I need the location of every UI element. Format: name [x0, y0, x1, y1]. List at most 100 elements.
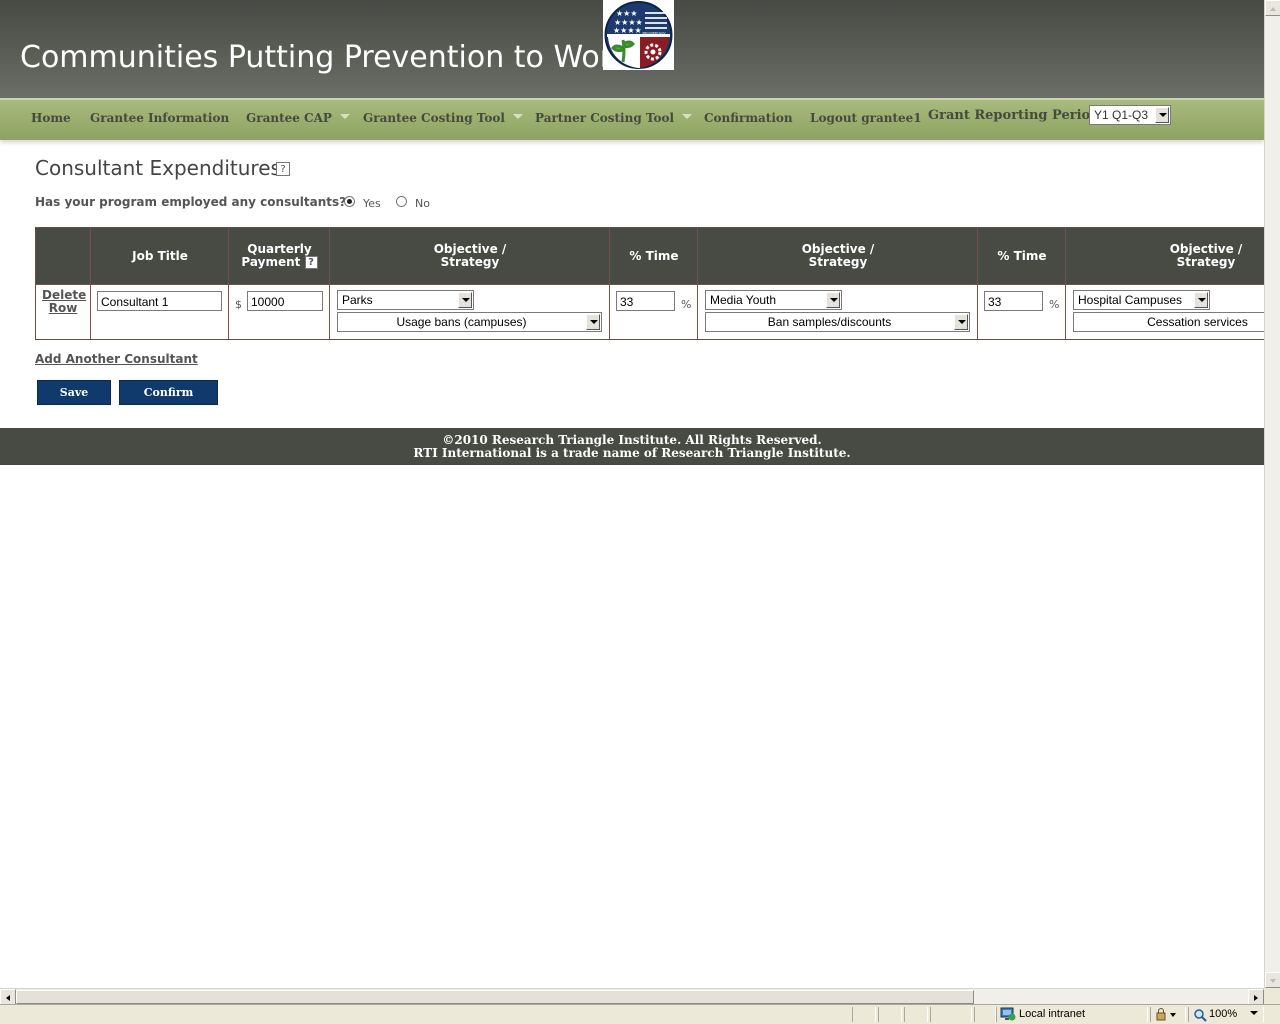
header-objective-3: Objective / Strategy [1066, 228, 1264, 284]
site-title: Communities Putting Prevention to Work [20, 40, 630, 75]
svg-text:★★★★: ★★★★ [613, 26, 642, 35]
scroll-down-button[interactable] [1265, 972, 1280, 988]
radio-no[interactable] [396, 196, 407, 207]
nav-grantee-costing-tool[interactable]: Grantee Costing Tool [363, 111, 523, 125]
add-consultant-link[interactable]: Add Another Consultant [35, 352, 198, 366]
main-nav: Home Grantee Information Grantee CAP Gra… [0, 98, 1264, 140]
header-payment-line2-wrap: Payment ? [241, 255, 318, 269]
header-payment-line2: Payment [241, 255, 301, 269]
status-pane [852, 1007, 876, 1022]
nav-logout[interactable]: Logout grantee1 [810, 111, 922, 125]
objective-select-2-value: Media Youth [710, 293, 777, 307]
header-time-1: % Time [629, 248, 679, 263]
chevron-down-icon[interactable] [1250, 1011, 1258, 1017]
browser-status-bar: Local intranet 100% [0, 1004, 1280, 1024]
table-header: Job Title Quarterly Payment ? Objective … [36, 228, 1264, 284]
help-icon[interactable]: ? [276, 162, 290, 176]
logo-caption: RECOVERY.GOV [642, 31, 666, 35]
dropdown-arrow-icon[interactable] [1194, 292, 1208, 308]
consultants-question: Has your program employed any consultant… [35, 195, 347, 209]
objective-select-1-value: Parks [342, 293, 373, 307]
radio-yes-label: Yes [363, 197, 381, 210]
objective-select-3[interactable]: Hospital Campuses [1073, 290, 1210, 310]
header-objective-line2: Strategy [440, 255, 500, 269]
site-footer: ©2010 Research Triangle Institute. All R… [0, 428, 1264, 465]
header-objective-1: Objective / Strategy [330, 228, 610, 284]
horizontal-scroll-thumb[interactable] [16, 990, 974, 1004]
delete-row-line1: Delete [42, 288, 87, 302]
strategy-select-3[interactable]: Cessation services [1073, 312, 1264, 332]
strategy-select-2[interactable]: Ban samples/discounts [705, 312, 970, 332]
nav-confirmation[interactable]: Confirmation [704, 111, 793, 125]
help-icon[interactable]: ? [304, 256, 318, 269]
zoom-icon [1194, 1009, 1207, 1022]
objective-select-2[interactable]: Media Youth [705, 290, 842, 310]
delete-row-link[interactable]: Delete Row [42, 288, 87, 315]
security-zone-label: Local intranet [1019, 1008, 1086, 1020]
nav-grantee-cap[interactable]: Grantee CAP [246, 111, 350, 125]
arrow-left-icon [6, 995, 10, 1001]
confirm-button[interactable]: Confirm [119, 380, 218, 405]
row-divider [36, 284, 1264, 285]
scroll-right-button[interactable] [1248, 989, 1264, 1005]
header-time-2: % Time [997, 248, 1047, 263]
horizontal-scrollbar[interactable] [0, 988, 1264, 1005]
scroll-left-button[interactable] [0, 989, 16, 1005]
header-objective-line2: Strategy [808, 255, 868, 269]
header-quarterly-payment: Quarterly Payment ? [229, 228, 330, 284]
percent-symbol: % [681, 298, 692, 311]
status-pane [904, 1007, 928, 1022]
recovery-seal-logo: ★★★ ★★★★ ★★★★ RECOVERY.GOV [603, 0, 674, 70]
zoom-level[interactable]: 100% [1209, 1008, 1237, 1020]
objective-select-3-value: Hospital Campuses [1078, 293, 1183, 307]
nav-grantee-cap-label: Grantee CAP [246, 111, 332, 125]
currency-symbol: $ [235, 298, 242, 311]
grant-period-value: Y1 Q1-Q3 [1094, 108, 1149, 122]
page-title: Consultant Expenditures [35, 156, 281, 180]
radio-yes[interactable] [344, 196, 355, 207]
nav-grantee-costing-tool-label: Grantee Costing Tool [363, 111, 505, 125]
header-objective-line2: Strategy [1176, 255, 1236, 269]
arrow-down-icon [1270, 979, 1276, 983]
strategy-select-3-value: Cessation services [1147, 315, 1248, 329]
chevron-down-icon [339, 114, 350, 119]
footer-trade-name: RTI International is a trade name of Res… [413, 446, 851, 460]
nav-home[interactable]: Home [31, 111, 71, 125]
strategy-select-2-value: Ban samples/discounts [767, 315, 892, 329]
strategy-select-1-value: Usage bans (campuses) [396, 315, 527, 329]
dropdown-arrow-icon[interactable] [826, 292, 840, 308]
status-pane [878, 1007, 902, 1022]
payment-input[interactable]: 10000 [247, 291, 323, 311]
grant-period-select[interactable]: Y1 Q1-Q3 [1089, 105, 1171, 125]
page-viewport: Communities Putting Prevention to Work ★… [0, 0, 1264, 988]
chevron-down-icon [512, 114, 523, 119]
nav-partner-costing-tool-label: Partner Costing Tool [535, 111, 675, 125]
dropdown-arrow-icon[interactable] [954, 314, 968, 330]
arrow-up-icon [1270, 7, 1276, 11]
save-button[interactable]: Save [37, 380, 111, 405]
dropdown-arrow-icon[interactable] [458, 292, 472, 308]
chevron-down-icon [682, 114, 693, 119]
vertical-scrollbar[interactable] [1264, 0, 1280, 988]
time-input-1[interactable]: 33 [616, 291, 675, 311]
scroll-up-button[interactable] [1265, 0, 1280, 16]
nav-partner-costing-tool[interactable]: Partner Costing Tool [535, 111, 693, 125]
nav-grantee-information[interactable]: Grantee Information [90, 111, 229, 125]
grant-period-label: Grant Reporting Period: [928, 108, 1105, 123]
time-input-2[interactable]: 33 [984, 291, 1043, 311]
header-objective-2: Objective / Strategy [698, 228, 978, 284]
dropdown-arrow-icon[interactable] [586, 314, 600, 330]
objective-select-1[interactable]: Parks [337, 290, 474, 310]
protected-mode-lock-icon[interactable] [1155, 1008, 1179, 1021]
header-job-title: Job Title [132, 248, 188, 263]
scrollbar-corner [1264, 988, 1280, 1004]
delete-row-line2: Row [48, 301, 78, 315]
job-title-input[interactable]: Consultant 1 [97, 291, 222, 311]
radio-no-label: No [415, 197, 430, 210]
site-header: Communities Putting Prevention to Work ★… [0, 0, 1264, 98]
status-pane [930, 1007, 972, 1022]
dropdown-arrow-icon[interactable] [1155, 107, 1169, 123]
strategy-select-1[interactable]: Usage bans (campuses) [337, 312, 602, 332]
percent-symbol: % [1049, 298, 1060, 311]
intranet-zone-icon [1000, 1007, 1016, 1021]
